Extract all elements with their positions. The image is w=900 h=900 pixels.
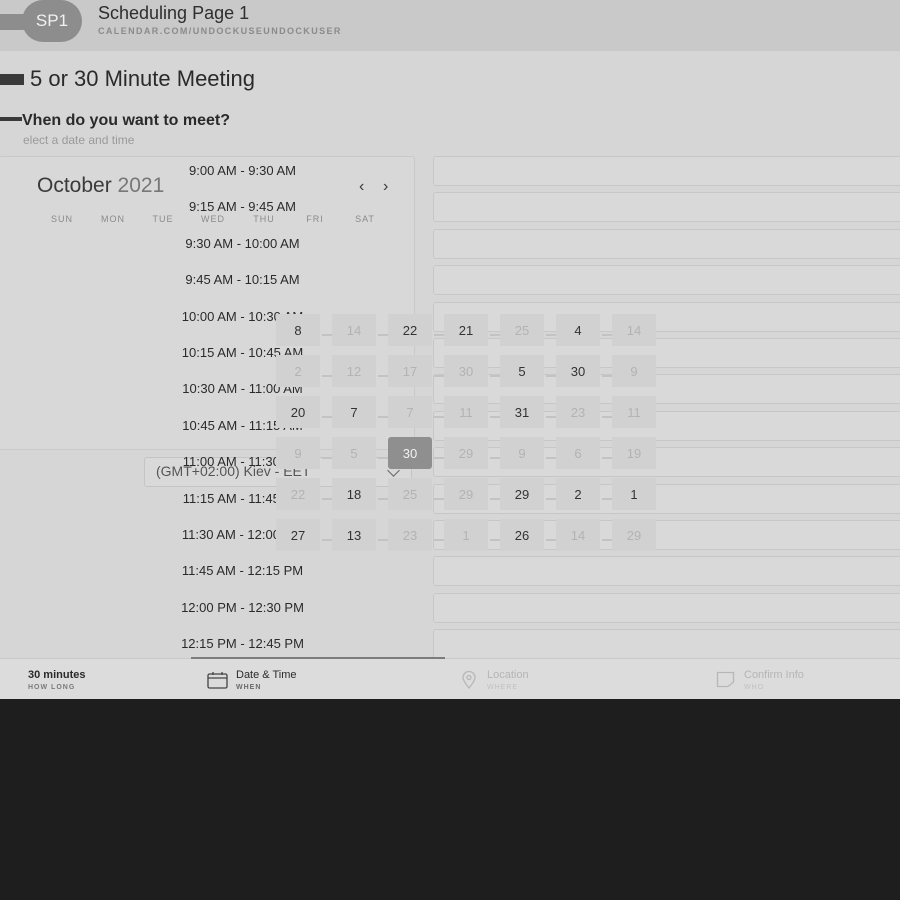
time-slot-button[interactable] [433, 629, 900, 660]
time-slot-label: 9:45 AM - 10:15 AM [185, 272, 300, 288]
weekday-header: SAT [355, 214, 375, 224]
date-cell[interactable]: 18 [332, 478, 376, 510]
date-cell[interactable]: 7 [332, 396, 376, 428]
date-cell: 14 [332, 314, 376, 346]
date-cell: 29 [444, 437, 488, 469]
date-cell: 9 [612, 355, 656, 387]
date-cell: 22 [276, 478, 320, 510]
date-cell[interactable]: 30 [556, 355, 600, 387]
date-cell: 12 [332, 355, 376, 387]
date-cell: 17 [388, 355, 432, 387]
date-cell[interactable]: 29 [500, 478, 544, 510]
date-cell: 5 [332, 437, 376, 469]
date-cell: 30 [444, 355, 488, 387]
prev-month-button[interactable]: ‹ [359, 178, 364, 196]
date-cell: 25 [388, 478, 432, 510]
date-cell: 29 [612, 519, 656, 551]
date-cell[interactable]: 4 [556, 314, 600, 346]
date-cell: 11 [444, 396, 488, 428]
active-step-indicator [191, 657, 445, 659]
date-cell[interactable]: 22 [388, 314, 432, 346]
date-cell[interactable]: 20 [276, 396, 320, 428]
time-slot-button[interactable] [433, 156, 900, 186]
time-slot-label: 12:00 PM - 12:30 PM [181, 599, 304, 615]
date-cell: 2 [276, 355, 320, 387]
weekday-header: WED [201, 214, 225, 224]
date-cell[interactable]: 8 [276, 314, 320, 346]
date-cell[interactable]: 21 [444, 314, 488, 346]
title-marker [0, 74, 24, 85]
question-marker [0, 117, 22, 121]
date-cell[interactable]: 1 [612, 478, 656, 510]
weekday-header: SUN [50, 214, 73, 224]
scheduling-page: SP1 Scheduling Page 1 CALENDAR.COM/UNDOC… [0, 0, 900, 699]
weekday-header: THU [253, 214, 275, 224]
date-cell: 1 [444, 519, 488, 551]
time-slot-label: 9:15 AM - 9:45 AM [189, 199, 296, 215]
time-slot-label: 12:15 PM - 12:45 PM [181, 636, 304, 652]
time-slot-label: 9:30 AM - 10:00 AM [185, 235, 300, 251]
step-title: Date & Time [236, 669, 297, 681]
letterbox-area [0, 699, 900, 900]
time-slot-button[interactable] [433, 192, 900, 223]
next-month-button[interactable]: › [383, 178, 388, 196]
time-slot-button[interactable] [433, 228, 900, 259]
date-cell[interactable]: 13 [332, 519, 376, 551]
weekday-header: TUE [152, 214, 174, 224]
date-cell: 6 [556, 437, 600, 469]
meeting-subtitle: elect a date and time [23, 133, 135, 147]
map-pin-icon [462, 671, 476, 689]
date-cell: 9 [276, 437, 320, 469]
date-cell: 23 [556, 396, 600, 428]
step-subtitle: WHO [744, 684, 765, 691]
avatar: SP1 [22, 0, 82, 42]
date-cell: 11 [612, 396, 656, 428]
date-cell[interactable]: 5 [500, 355, 544, 387]
date-cell: 7 [388, 396, 432, 428]
date-cell: 14 [556, 519, 600, 551]
time-slot-button[interactable] [433, 556, 900, 587]
header-bar: SP1 Scheduling Page 1 CALENDAR.COM/UNDOC… [0, 0, 900, 51]
date-cell[interactable]: 27 [276, 519, 320, 551]
weekday-header: MON [101, 214, 125, 224]
step-title: Confirm Info [744, 669, 804, 681]
page-url: CALENDAR.COM/UNDOCKUSEUNDOCKUSER [98, 26, 342, 36]
meeting-title: 5 or 30 Minute Meeting [30, 66, 256, 91]
time-slot-button[interactable] [433, 265, 900, 296]
step-subtitle: WHERE [487, 684, 519, 691]
time-slot-button[interactable] [433, 592, 900, 623]
date-cell[interactable]: 26 [500, 519, 544, 551]
note-icon [716, 671, 735, 688]
date-cell: 23 [388, 519, 432, 551]
step-subtitle: WHEN [236, 684, 262, 691]
date-cell: 14 [612, 314, 656, 346]
step-title: Location [487, 669, 529, 681]
date-cell[interactable]: 2 [556, 478, 600, 510]
date-cell: 25 [500, 314, 544, 346]
date-cell: 29 [444, 478, 488, 510]
avatar-text: SP1 [35, 11, 69, 30]
date-cell: 19 [612, 437, 656, 469]
weekday-header: FRI [306, 214, 324, 224]
date-cell: 9 [500, 437, 544, 469]
step-subtitle: HOW LONG [28, 684, 76, 691]
meeting-question: Vhen do you want to meet? [22, 112, 231, 129]
page-title: Scheduling Page 1 [98, 3, 250, 23]
time-slot-label: 11:45 AM - 12:15 PM [181, 563, 304, 579]
time-slot-label: 9:00 AM - 9:30 AM [189, 163, 296, 178]
calendar-icon [207, 672, 228, 689]
selected-date-cell[interactable]: 30 [388, 437, 432, 469]
step-title: 30 minutes [28, 669, 86, 681]
date-cell[interactable]: 31 [500, 396, 544, 428]
